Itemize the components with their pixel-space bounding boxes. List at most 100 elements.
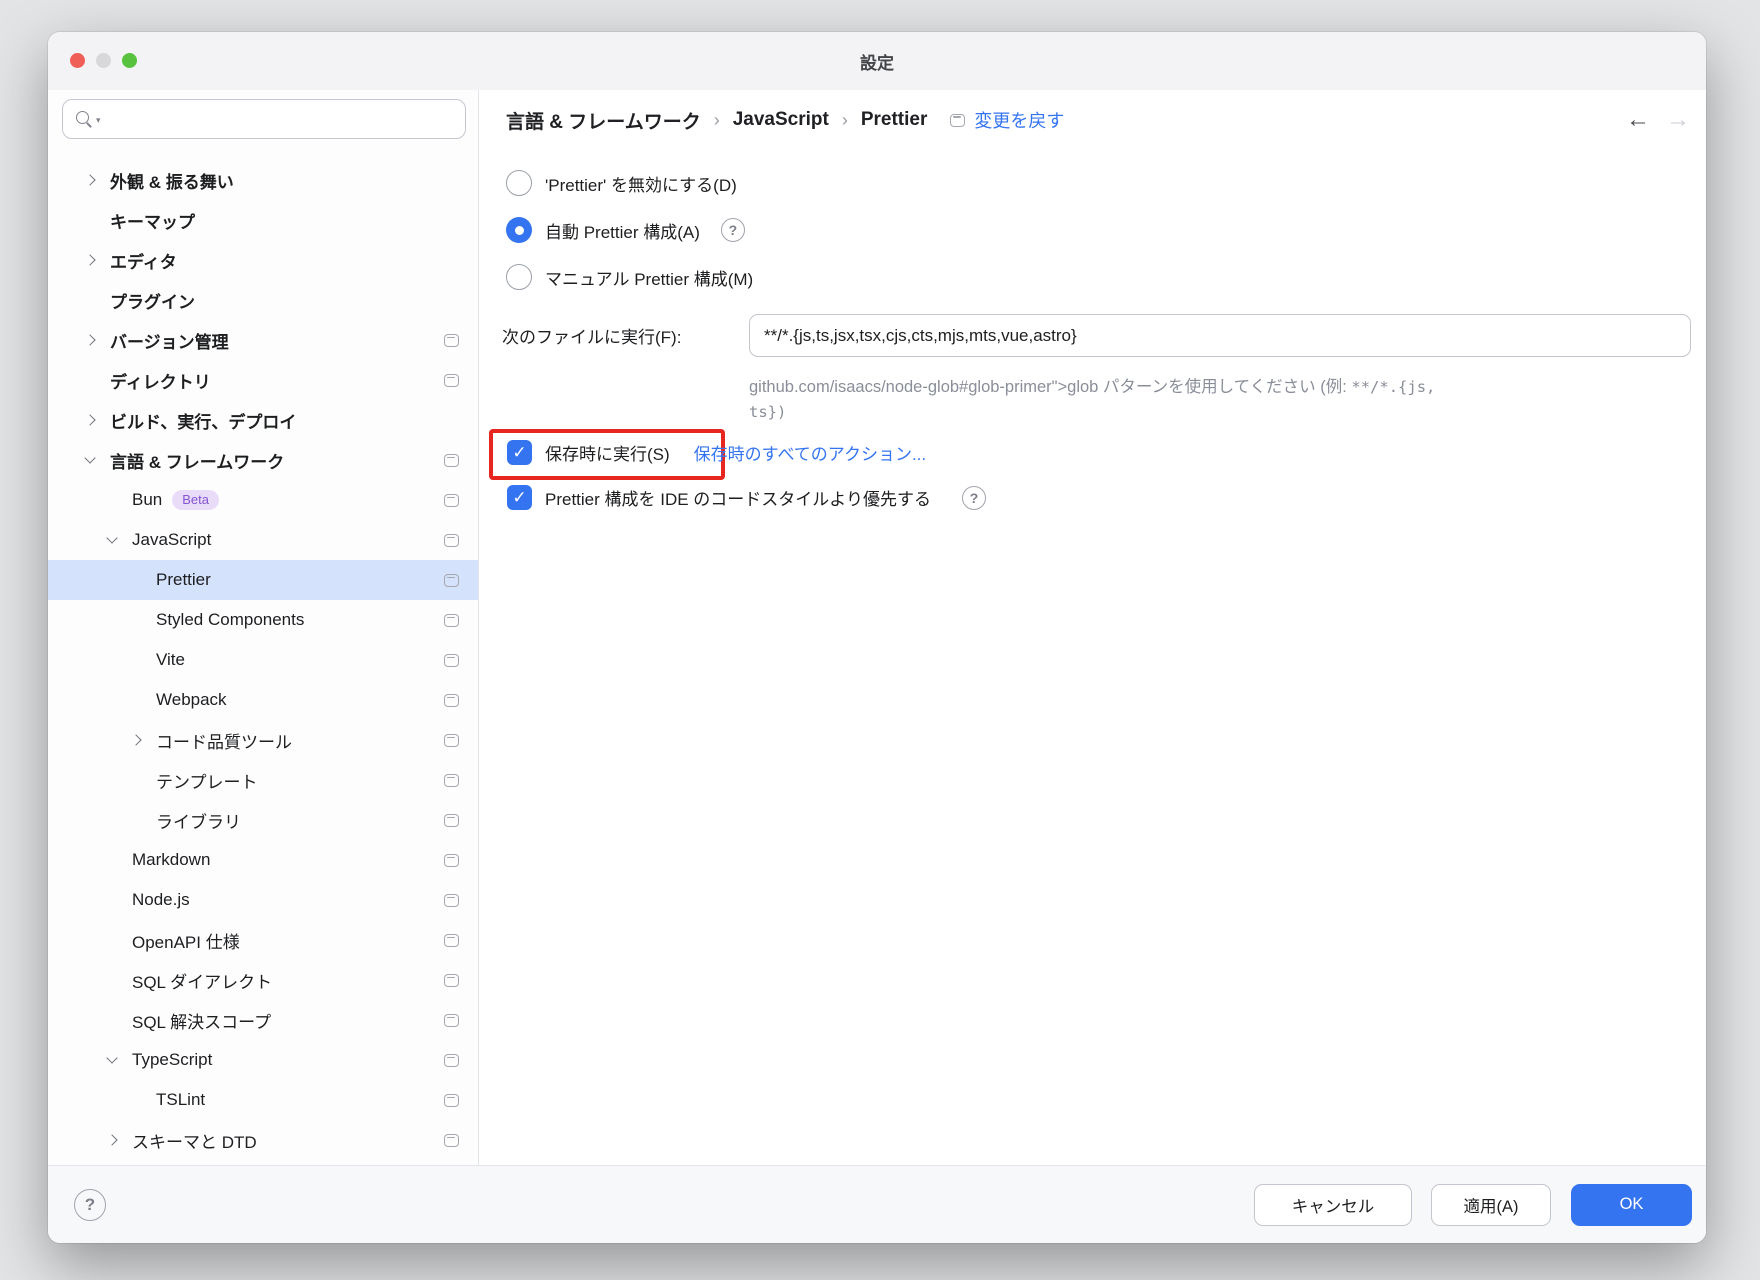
chevron-right-icon[interactable] bbox=[80, 320, 100, 360]
modified-settings-icon bbox=[444, 894, 459, 907]
radio-row-manual-prettier: マニュアル Prettier 構成(M) bbox=[506, 264, 753, 290]
sidebar-item-label: エディタ bbox=[110, 248, 177, 273]
settings-sidebar: ▾ 外観 & 振る舞いキーマップエディタプラグインバージョン管理ディレクトリビル… bbox=[48, 90, 479, 1165]
sidebar-item-label: Node.js bbox=[132, 890, 190, 910]
sidebar-item--[interactable]: エディタ bbox=[48, 240, 478, 280]
search-icon bbox=[75, 110, 93, 128]
manual-prettier-label: マニュアル Prettier 構成(M) bbox=[545, 265, 753, 290]
sidebar-item-label: ライブラリ bbox=[156, 808, 241, 833]
modified-settings-icon bbox=[444, 654, 459, 667]
chevron-right-icon[interactable] bbox=[80, 400, 100, 440]
run-for-files-input[interactable] bbox=[749, 314, 1691, 357]
revert-changes-link[interactable]: 変更を戻す bbox=[974, 107, 1064, 133]
prefer-over-ide-row: ✓ Prettier 構成を IDE のコードスタイルより優先する ? bbox=[507, 485, 986, 510]
sidebar-item-openapi-[interactable]: OpenAPI 仕様 bbox=[48, 920, 478, 960]
run-for-files-label: 次のファイルに実行(F): bbox=[502, 323, 681, 348]
modified-settings-icon bbox=[444, 534, 459, 547]
modified-settings-icon bbox=[444, 334, 459, 347]
sidebar-item-typescript[interactable]: TypeScript bbox=[48, 1040, 478, 1080]
help-button[interactable]: ? bbox=[74, 1189, 106, 1221]
breadcrumb-javascript[interactable]: JavaScript bbox=[733, 109, 829, 131]
sidebar-item-label: 外観 & 振る舞い bbox=[110, 168, 234, 193]
sidebar-item--[interactable]: 言語 & フレームワーク bbox=[48, 440, 478, 480]
disable-prettier-label: 'Prettier' を無効にする(D) bbox=[545, 171, 737, 196]
window-title: 設定 bbox=[48, 32, 1706, 90]
radio-row-automatic-prettier: 自動 Prettier 構成(A) ? bbox=[506, 217, 745, 243]
sidebar-item-sql-[interactable]: SQL ダイアレクト bbox=[48, 960, 478, 1000]
modified-settings-icon bbox=[444, 1094, 459, 1107]
chevron-down-icon[interactable] bbox=[102, 1040, 122, 1080]
chevron-right-icon[interactable] bbox=[80, 160, 100, 200]
modified-settings-icon bbox=[950, 114, 965, 127]
run-on-save-checkbox[interactable]: ✓ bbox=[507, 440, 532, 465]
automatic-config-help-icon[interactable]: ? bbox=[721, 218, 745, 242]
settings-tree: 外観 & 振る舞いキーマップエディタプラグインバージョン管理ディレクトリビルド、… bbox=[48, 160, 478, 1160]
cancel-button[interactable]: キャンセル bbox=[1254, 1184, 1412, 1226]
sidebar-item-bun[interactable]: BunBeta bbox=[48, 480, 478, 520]
modified-settings-icon bbox=[444, 694, 459, 707]
sidebar-item-webpack[interactable]: Webpack bbox=[48, 680, 478, 720]
sidebar-item-label: 言語 & フレームワーク bbox=[110, 448, 284, 473]
sidebar-item-label: バージョン管理 bbox=[110, 328, 229, 353]
sidebar-item--[interactable]: ディレクトリ bbox=[48, 360, 478, 400]
modified-settings-icon bbox=[444, 1014, 459, 1027]
modified-settings-icon bbox=[444, 774, 459, 787]
modified-settings-icon bbox=[444, 494, 459, 507]
sidebar-item-tslint[interactable]: TSLint bbox=[48, 1080, 478, 1120]
prefer-over-ide-help-icon[interactable]: ? bbox=[962, 486, 986, 510]
modified-settings-icon bbox=[444, 374, 459, 387]
glob-pattern-help-text: github.com/isaacs/node-glob#glob-primer"… bbox=[749, 375, 1619, 425]
sidebar-item--[interactable]: キーマップ bbox=[48, 200, 478, 240]
sidebar-item-javascript[interactable]: JavaScript bbox=[48, 520, 478, 560]
sidebar-item-node-js[interactable]: Node.js bbox=[48, 880, 478, 920]
sidebar-item-sql-[interactable]: SQL 解決スコープ bbox=[48, 1000, 478, 1040]
prefer-over-ide-label: Prettier 構成を IDE のコードスタイルより優先する bbox=[545, 485, 931, 510]
chevron-down-icon[interactable] bbox=[102, 520, 122, 560]
sidebar-item--[interactable]: テンプレート bbox=[48, 760, 478, 800]
sidebar-item-label: TSLint bbox=[156, 1090, 205, 1110]
chevron-down-icon[interactable] bbox=[80, 440, 100, 480]
navigate-back-icon[interactable]: ← bbox=[1626, 108, 1650, 132]
sidebar-item-label: ディレクトリ bbox=[110, 368, 211, 393]
sidebar-item-label: SQL 解決スコープ bbox=[132, 1008, 271, 1033]
apply-button[interactable]: 適用(A) bbox=[1431, 1184, 1551, 1226]
sidebar-item--[interactable]: ライブラリ bbox=[48, 800, 478, 840]
modified-settings-icon bbox=[444, 814, 459, 827]
breadcrumb-languages-frameworks[interactable]: 言語 & フレームワーク bbox=[506, 107, 701, 134]
sidebar-item-label: TypeScript bbox=[132, 1050, 212, 1070]
sidebar-item--[interactable]: ビルド、実行、デプロイ bbox=[48, 400, 478, 440]
sidebar-item-prettier[interactable]: Prettier bbox=[48, 560, 478, 600]
sidebar-item--[interactable]: プラグイン bbox=[48, 280, 478, 320]
modified-settings-icon bbox=[444, 934, 459, 947]
modified-settings-icon bbox=[444, 734, 459, 747]
all-actions-on-save-link[interactable]: 保存時のすべてのアクション... bbox=[694, 440, 926, 465]
sidebar-item--[interactable]: バージョン管理 bbox=[48, 320, 478, 360]
search-history-caret-icon[interactable]: ▾ bbox=[96, 115, 101, 126]
modified-settings-icon bbox=[444, 1134, 459, 1147]
ok-button[interactable]: OK bbox=[1571, 1184, 1692, 1226]
sidebar-item-markdown[interactable]: Markdown bbox=[48, 840, 478, 880]
sidebar-item-label: JavaScript bbox=[132, 530, 211, 550]
modified-settings-icon bbox=[444, 1054, 459, 1067]
sidebar-item-vite[interactable]: Vite bbox=[48, 640, 478, 680]
beta-badge: Beta bbox=[172, 490, 219, 510]
automatic-prettier-radio[interactable] bbox=[506, 217, 532, 243]
chevron-right-icon[interactable] bbox=[80, 240, 100, 280]
sidebar-item-label: Markdown bbox=[132, 850, 210, 870]
sidebar-item--[interactable]: 外観 & 振る舞い bbox=[48, 160, 478, 200]
settings-search-field[interactable]: ▾ bbox=[62, 99, 466, 139]
sidebar-item-label: Vite bbox=[156, 650, 185, 670]
sidebar-item-label: OpenAPI 仕様 bbox=[132, 928, 240, 953]
sidebar-item-label: スキーマと DTD bbox=[132, 1128, 257, 1153]
chevron-right-icon[interactable] bbox=[102, 1120, 122, 1160]
chevron-right-icon[interactable] bbox=[126, 720, 146, 760]
modified-settings-icon bbox=[444, 614, 459, 627]
radio-row-disable-prettier: 'Prettier' を無効にする(D) bbox=[506, 170, 737, 196]
sidebar-item-styled-components[interactable]: Styled Components bbox=[48, 600, 478, 640]
manual-prettier-radio[interactable] bbox=[506, 264, 532, 290]
sidebar-item--[interactable]: コード品質ツール bbox=[48, 720, 478, 760]
disable-prettier-radio[interactable] bbox=[506, 170, 532, 196]
sidebar-item--dtd[interactable]: スキーマと DTD bbox=[48, 1120, 478, 1160]
prefer-over-ide-checkbox[interactable]: ✓ bbox=[507, 485, 532, 510]
breadcrumb-separator: › bbox=[714, 110, 720, 131]
